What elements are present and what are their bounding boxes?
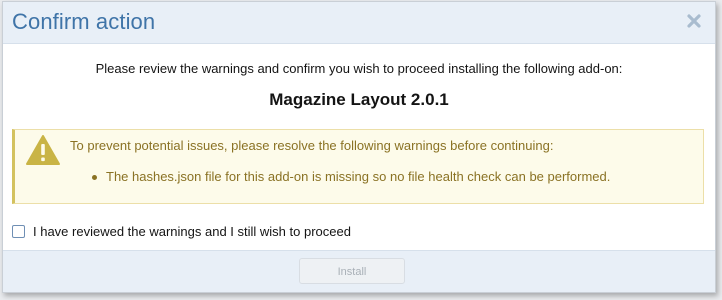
confirm-checkbox-row[interactable]: I have reviewed the warnings and I still… [12, 224, 351, 239]
close-icon[interactable] [685, 12, 703, 30]
window-backdrop: Confirm action Please review the warning… [0, 0, 722, 300]
warning-box: To prevent potential issues, please reso… [12, 129, 704, 204]
install-button[interactable]: Install [299, 258, 405, 284]
dialog-footer: Install [3, 250, 715, 292]
intro-text: Please review the warnings and confirm y… [95, 61, 623, 76]
warning-item: The hashes.json file for this add-on is … [92, 169, 610, 184]
warning-title: To prevent potential issues, please reso… [70, 138, 554, 153]
warning-triangle-icon [26, 135, 60, 165]
dialog-title: Confirm action [12, 9, 156, 34]
confirm-checkbox-label[interactable]: I have reviewed the warnings and I still… [33, 224, 351, 239]
dialog-header: Confirm action [3, 2, 715, 44]
warning-list: The hashes.json file for this add-on is … [92, 169, 610, 184]
addon-name: Magazine Layout 2.0.1 [269, 90, 449, 109]
confirm-dialog: Confirm action Please review the warning… [2, 1, 716, 293]
confirm-checkbox[interactable] [12, 225, 25, 238]
